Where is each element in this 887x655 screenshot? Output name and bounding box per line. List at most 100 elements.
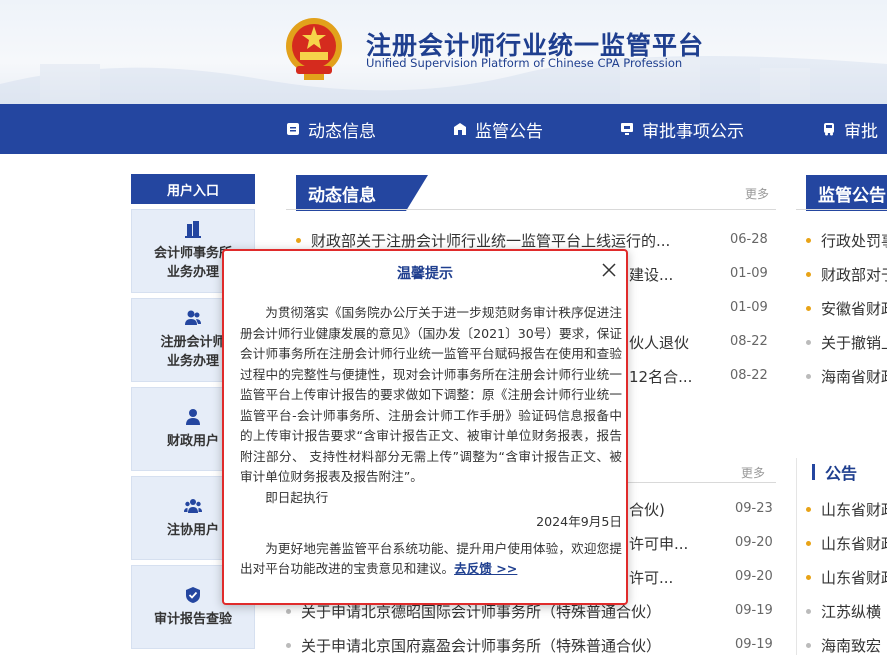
notice-date: 2024年9月5日 <box>536 514 622 529</box>
approval-item[interactable]: 许可申... <box>629 533 709 553</box>
notice-footer-text: 为更好地完善监管平台系统功能、提升用户使用体验，欢迎您提出对平台功能改进的宝贵意… <box>240 540 622 577</box>
news-item-text: 12名合... <box>629 367 693 386</box>
supervision-divider <box>796 209 887 210</box>
bullet-icon <box>806 540 811 546</box>
bullet-icon <box>296 237 301 243</box>
supervision-item[interactable]: 安徽省财政 <box>806 298 887 318</box>
user-entry-title: 用户入口 <box>131 174 255 204</box>
news-header: 动态信息 <box>296 175 428 211</box>
nav-item-announcements[interactable]: 监管公告 <box>453 104 543 154</box>
close-icon[interactable] <box>602 263 616 277</box>
supervision-item-text: 海南省财政 <box>821 367 887 386</box>
news-item-date: 01-09 <box>730 300 768 315</box>
approval-item[interactable]: 合伙) <box>629 499 709 519</box>
announcement-item[interactable]: 海南致宏 <box>806 635 887 655</box>
announcement-item-text: 山东省财政 <box>821 500 887 519</box>
announcement-subheader: 公告 <box>812 460 857 484</box>
national-emblem-icon <box>286 18 342 80</box>
bullet-icon <box>286 642 291 648</box>
supervision-header: 监管公告 <box>806 175 887 211</box>
subheader-bar <box>812 464 815 480</box>
shield-check-icon <box>186 586 200 603</box>
news-item-date: 08-22 <box>730 334 768 349</box>
announcement-item-text: 海南致宏 <box>821 636 882 655</box>
column-separator <box>796 458 797 655</box>
nav-item-label: 审批 <box>844 121 878 142</box>
nav-item-label: 监管公告 <box>475 121 543 142</box>
bullet-icon <box>286 608 291 614</box>
nav-item-approval-more[interactable]: 审批 <box>822 104 878 154</box>
approval-item-date: 09-19 <box>735 603 773 618</box>
bullet-icon <box>806 305 811 311</box>
news-item[interactable]: 财政部关于注册会计师行业统一监管平台上线运行的... <box>296 230 696 250</box>
nav-item-approval[interactable]: 审批事项公示 <box>620 104 744 154</box>
notice-footer: 为更好地完善监管平台系统功能、提升用户使用体验，欢迎您提出对平台功能改进的宝贵意… <box>240 539 622 580</box>
approval-item[interactable]: 许可... <box>629 567 709 587</box>
nav-item-label: 审批事项公示 <box>642 121 744 142</box>
site-subtitle: Unified Supervision Platform of Chinese … <box>366 56 683 70</box>
announcement-item-text: 江苏纵横 <box>821 602 882 621</box>
announcement-subheader-label: 公告 <box>825 464 858 483</box>
news-more-link[interactable]: 更多 <box>745 185 769 202</box>
announcement-item[interactable]: 山东省财政 <box>806 499 887 519</box>
supervision-item-text: 关于撤销上 <box>821 333 887 352</box>
bullet-icon <box>806 373 811 379</box>
bullet-icon <box>806 574 811 580</box>
supervision-item[interactable]: 财政部对于 <box>806 264 887 284</box>
news-title: 动态信息 <box>296 175 428 211</box>
approval-item-text: 合伙) <box>629 500 665 519</box>
supervision-title: 监管公告 <box>806 175 887 211</box>
feedback-link[interactable]: 去反馈 >> <box>454 561 517 576</box>
supervision-item-text: 安徽省财政 <box>821 299 887 318</box>
bullet-icon <box>806 608 811 614</box>
approval-item[interactable]: 关于申请北京国府嘉盈会计师事务所（特殊普通合伙） <box>286 635 716 655</box>
news-item[interactable]: 建设... <box>629 264 699 284</box>
news-item-date: 01-09 <box>730 266 768 281</box>
approval-item-date: 09-23 <box>735 501 773 516</box>
notice-dialog: 温馨提示 为贯彻落实《国务院办公厅关于进一步规范财务审计秩序促进注册会计师行业健… <box>222 249 628 605</box>
user-icon <box>186 408 200 425</box>
building-icon <box>185 221 201 238</box>
notice-dialog-title: 温馨提示 <box>397 266 453 282</box>
bullet-icon <box>806 339 811 345</box>
notice-dialog-body: 为贯彻落实《国务院办公厅关于进一步规范财务审计秩序促进注册会计师行业健康发展的意… <box>240 303 622 580</box>
group-icon <box>184 498 202 513</box>
sidebar-item-label: 财政用户 <box>166 433 219 449</box>
sidebar-item-label: 会计师事务所 业务办理 <box>153 246 232 280</box>
notice-paragraph: 为贯彻落实《国务院办公厅关于进一步规范财务审计秩序促进注册会计师行业健康发展的意… <box>240 305 622 484</box>
supervision-item[interactable]: 海南省财政 <box>806 366 887 386</box>
news-item-date: 08-22 <box>730 368 768 383</box>
supervision-item[interactable]: 行政处罚事 <box>806 230 887 250</box>
supervision-item[interactable]: 关于撤销上 <box>806 332 887 352</box>
approval-item-date: 09-20 <box>735 535 773 550</box>
document-icon <box>287 123 299 135</box>
main-nav: 动态信息 监管公告 审批事项公示 审批 <box>0 104 887 154</box>
approval-item-text: 许可申... <box>629 534 689 553</box>
announcement-item[interactable]: 山东省财政 <box>806 533 887 553</box>
bullet-icon <box>806 506 811 512</box>
approval-item-text: 关于申请北京国府嘉盈会计师事务所（特殊普通合伙） <box>301 636 662 655</box>
approval-more-link[interactable]: 更多 <box>741 464 765 481</box>
news-item-text: 建设... <box>629 265 674 284</box>
users-icon <box>185 310 201 325</box>
bullet-icon <box>806 271 811 277</box>
approval-item-date: 09-19 <box>735 637 773 652</box>
news-divider <box>286 209 776 210</box>
sidebar-item-label: 注协用户 <box>166 522 219 538</box>
news-item-date: 06-28 <box>730 232 768 247</box>
news-item[interactable]: 伙人退伙 <box>629 332 709 352</box>
sidebar-item-label: 注册会计师 业务办理 <box>160 335 226 369</box>
news-item[interactable]: 12名合... <box>629 366 709 386</box>
nav-item-news[interactable]: 动态信息 <box>286 104 376 154</box>
announcement-item[interactable]: 山东省财政 <box>806 567 887 587</box>
news-item-text: 伙人退伙 <box>629 333 690 352</box>
announcement-item[interactable]: 江苏纵横 <box>806 601 887 621</box>
bullet-icon <box>806 642 811 648</box>
site-header: 注册会计师行业统一监管平台 Unified Supervision Platfo… <box>0 0 887 104</box>
supervision-item-text: 行政处罚事 <box>821 231 887 250</box>
approval-item-text: 许可... <box>629 568 674 587</box>
monitor-icon <box>621 123 633 135</box>
notice-effective: 即日起执行 <box>265 489 329 505</box>
bullet-icon <box>806 237 811 243</box>
announcement-item-text: 山东省财政 <box>821 534 887 553</box>
